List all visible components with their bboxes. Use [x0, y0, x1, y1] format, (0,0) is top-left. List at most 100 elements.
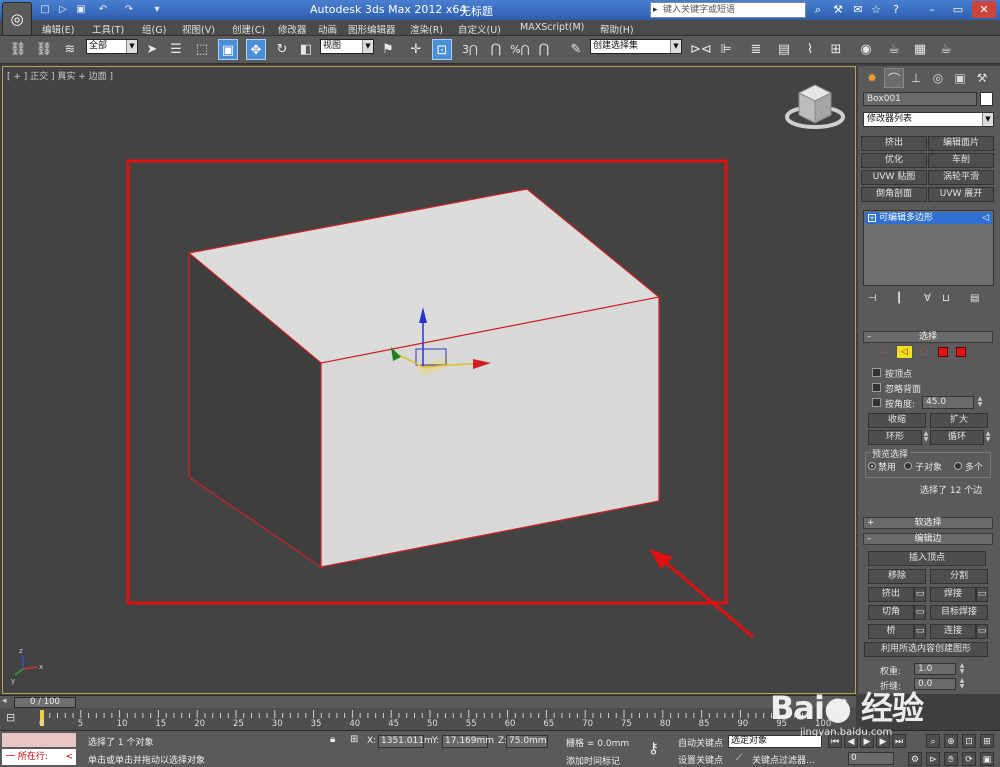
shrink-button[interactable]: 收缩 — [868, 413, 926, 428]
display-tab-icon[interactable]: ▣ — [950, 68, 970, 88]
orbit-icon[interactable]: ⟳ — [962, 752, 976, 766]
select-and-move-icon[interactable]: ✥ — [246, 39, 266, 60]
render-setup-icon[interactable]: ☕ — [884, 39, 904, 60]
menu-group[interactable]: 组(G) — [142, 22, 166, 36]
set-key-button[interactable]: 设置关键点 — [678, 753, 723, 766]
selection-rollout-header[interactable]: – 选择 — [863, 331, 993, 343]
angle-value-field[interactable]: 45.0 — [922, 396, 974, 409]
mirror-icon[interactable]: ⊳⊲ — [690, 39, 712, 60]
menu-views[interactable]: 视图(V) — [182, 22, 215, 36]
spinner-snap-icon[interactable]: ⋂ — [534, 39, 554, 60]
reference-coord-dropdown[interactable]: 视图 ▼ — [320, 39, 374, 54]
extrude-settings-button[interactable]: ▭ — [914, 587, 926, 602]
field-of-view-icon[interactable]: ⊳ — [926, 752, 940, 766]
auto-key-button[interactable]: 自动关键点 — [678, 736, 723, 749]
edge-mode-icon[interactable]: ◁ — [896, 345, 913, 359]
communication-icon[interactable]: ✉ — [850, 2, 866, 18]
align-icon[interactable]: ⊫ — [716, 39, 736, 60]
object-color-swatch[interactable] — [980, 92, 993, 106]
make-unique-icon[interactable]: ∀ — [924, 293, 931, 304]
configure-sets-icon[interactable]: ▤ — [970, 293, 979, 304]
schematic-view-icon[interactable]: ⊞ — [826, 39, 846, 60]
maxscript-listener[interactable]: 一 所在行: < — [2, 749, 76, 765]
loop-spinner[interactable]: ▲ ▼ — [984, 431, 992, 443]
bulb-icon[interactable]: ◁ — [982, 212, 989, 224]
zoom-icon[interactable]: ⌕ — [926, 734, 940, 748]
z-coordinate-field[interactable]: 75.0mm — [506, 735, 548, 748]
window-crossing-icon[interactable]: ▣ — [218, 39, 238, 60]
pin-stack-icon[interactable]: ⊣ — [868, 293, 877, 304]
keyboard-shortcut-override-icon[interactable]: ⊡ — [432, 39, 452, 60]
grow-button[interactable]: 扩大 — [930, 413, 988, 428]
vertex-mode-icon[interactable]: ∴ — [880, 346, 886, 357]
open-file-icon[interactable]: ▷ — [56, 3, 70, 17]
named-selection-dropdown[interactable]: 创建选择集 ▼ — [590, 39, 682, 54]
app-logo-icon[interactable]: ◎ — [2, 2, 32, 36]
menu-modifiers[interactable]: 修改器 — [278, 22, 307, 36]
undo-icon[interactable]: ↶ — [96, 3, 110, 17]
insert-vertex-button[interactable]: 插入顶点 — [868, 551, 986, 566]
weight-field[interactable]: 1.0 — [914, 663, 956, 675]
object-name-field[interactable]: Box001 — [863, 92, 977, 106]
maxscript-listener-top[interactable] — [2, 733, 76, 747]
menu-animation[interactable]: 动画 — [318, 22, 337, 36]
preview-subobject-radio[interactable] — [904, 462, 912, 470]
time-config-icon[interactable]: ⚙ — [908, 752, 922, 766]
chamfer-settings-button[interactable]: ▭ — [914, 605, 926, 620]
perspective-viewport[interactable]: [ + ] 正交 ] 真实 + 边面 ] z x y z x y — [2, 66, 856, 694]
preview-disabled-radio[interactable] — [868, 462, 876, 470]
binoculars-icon[interactable]: ⌕ — [810, 2, 826, 18]
chamfer-button[interactable]: 切角 — [868, 605, 914, 620]
create-shape-button[interactable]: 利用所选内容创建图形 — [864, 642, 988, 657]
absolute-mode-icon[interactable]: ⊞ — [350, 734, 358, 745]
quick-access-dropdown-icon[interactable]: ▾ — [150, 3, 164, 17]
y-coordinate-field[interactable]: 17.169mm — [442, 735, 494, 748]
angle-snap-icon[interactable]: ⋂ — [486, 39, 506, 60]
menu-edit[interactable]: 编辑(E) — [42, 22, 74, 36]
modifier-lathe-button[interactable]: 车削 — [928, 153, 994, 168]
subscription-icon[interactable]: ⚒ — [830, 2, 846, 18]
connect-button[interactable]: 连接 — [930, 624, 976, 639]
modifier-list-dropdown[interactable]: 修改器列表 ▼ — [863, 112, 994, 127]
pan-icon[interactable]: ✋︎ — [944, 752, 958, 766]
bridge-settings-button[interactable]: ▭ — [914, 624, 926, 639]
weld-settings-button[interactable]: ▭ — [976, 587, 988, 602]
extrude-button[interactable]: 挤出 — [868, 587, 914, 602]
select-by-name-icon[interactable]: ☰ — [166, 39, 186, 60]
by-angle-checkbox[interactable] — [872, 398, 881, 407]
split-button[interactable]: 分割 — [930, 569, 988, 584]
redo-icon[interactable]: ↷ — [122, 3, 136, 17]
bridge-button[interactable]: 桥 — [868, 624, 914, 639]
by-vertex-checkbox[interactable] — [872, 368, 881, 377]
menu-rendering[interactable]: 渲染(R) — [410, 22, 443, 36]
select-object-icon[interactable]: ➤ — [142, 39, 162, 60]
time-slider-thumb[interactable]: 0 / 100 — [14, 697, 76, 708]
maximize-viewport-icon[interactable]: ▣ — [980, 752, 994, 766]
menu-tools[interactable]: 工具(T) — [92, 22, 124, 36]
ignore-backfacing-checkbox[interactable] — [872, 383, 881, 392]
rendered-frame-icon[interactable]: ▦ — [910, 39, 930, 60]
angle-spinner[interactable]: ▲ ▼ — [976, 396, 984, 408]
goto-end-icon[interactable]: ⏭ — [892, 734, 906, 748]
render-production-icon[interactable]: ☕ — [936, 39, 956, 60]
snaps-toggle-icon[interactable]: 3⋂ — [460, 39, 480, 60]
viewcube-icon[interactable] — [785, 84, 845, 129]
help-icon[interactable]: ? — [888, 2, 904, 18]
key-icon[interactable]: ⚷ — [648, 739, 659, 757]
modifier-bevel-profile-button[interactable]: 倒角剖面 — [861, 187, 927, 202]
minimize-button[interactable]: – — [920, 1, 944, 18]
curve-editor-icon[interactable]: ⌇ — [800, 39, 820, 60]
ring-button[interactable]: 环形 — [868, 430, 922, 445]
menu-maxscript[interactable]: MAXScript(M) — [520, 22, 584, 33]
graphite-tools-icon[interactable]: ▤ — [774, 39, 794, 60]
link-icon[interactable]: ⛓ — [8, 39, 28, 60]
weld-button[interactable]: 焊接 — [930, 587, 976, 602]
modify-tab-icon[interactable]: ⌒ — [884, 68, 904, 88]
modifier-stack[interactable]: + 可编辑多边形 ◁ — [863, 210, 994, 286]
add-time-tag-button[interactable]: 添加时间标记 — [566, 754, 620, 767]
lock-selection-icon[interactable]: 🔒︎ — [330, 734, 335, 745]
select-and-scale-icon[interactable]: ◧ — [296, 39, 316, 60]
utilities-tab-icon[interactable]: ⚒ — [972, 68, 992, 88]
save-file-icon[interactable]: ▣ — [74, 3, 88, 17]
remove-modifier-icon[interactable]: ⊔ — [942, 293, 950, 304]
